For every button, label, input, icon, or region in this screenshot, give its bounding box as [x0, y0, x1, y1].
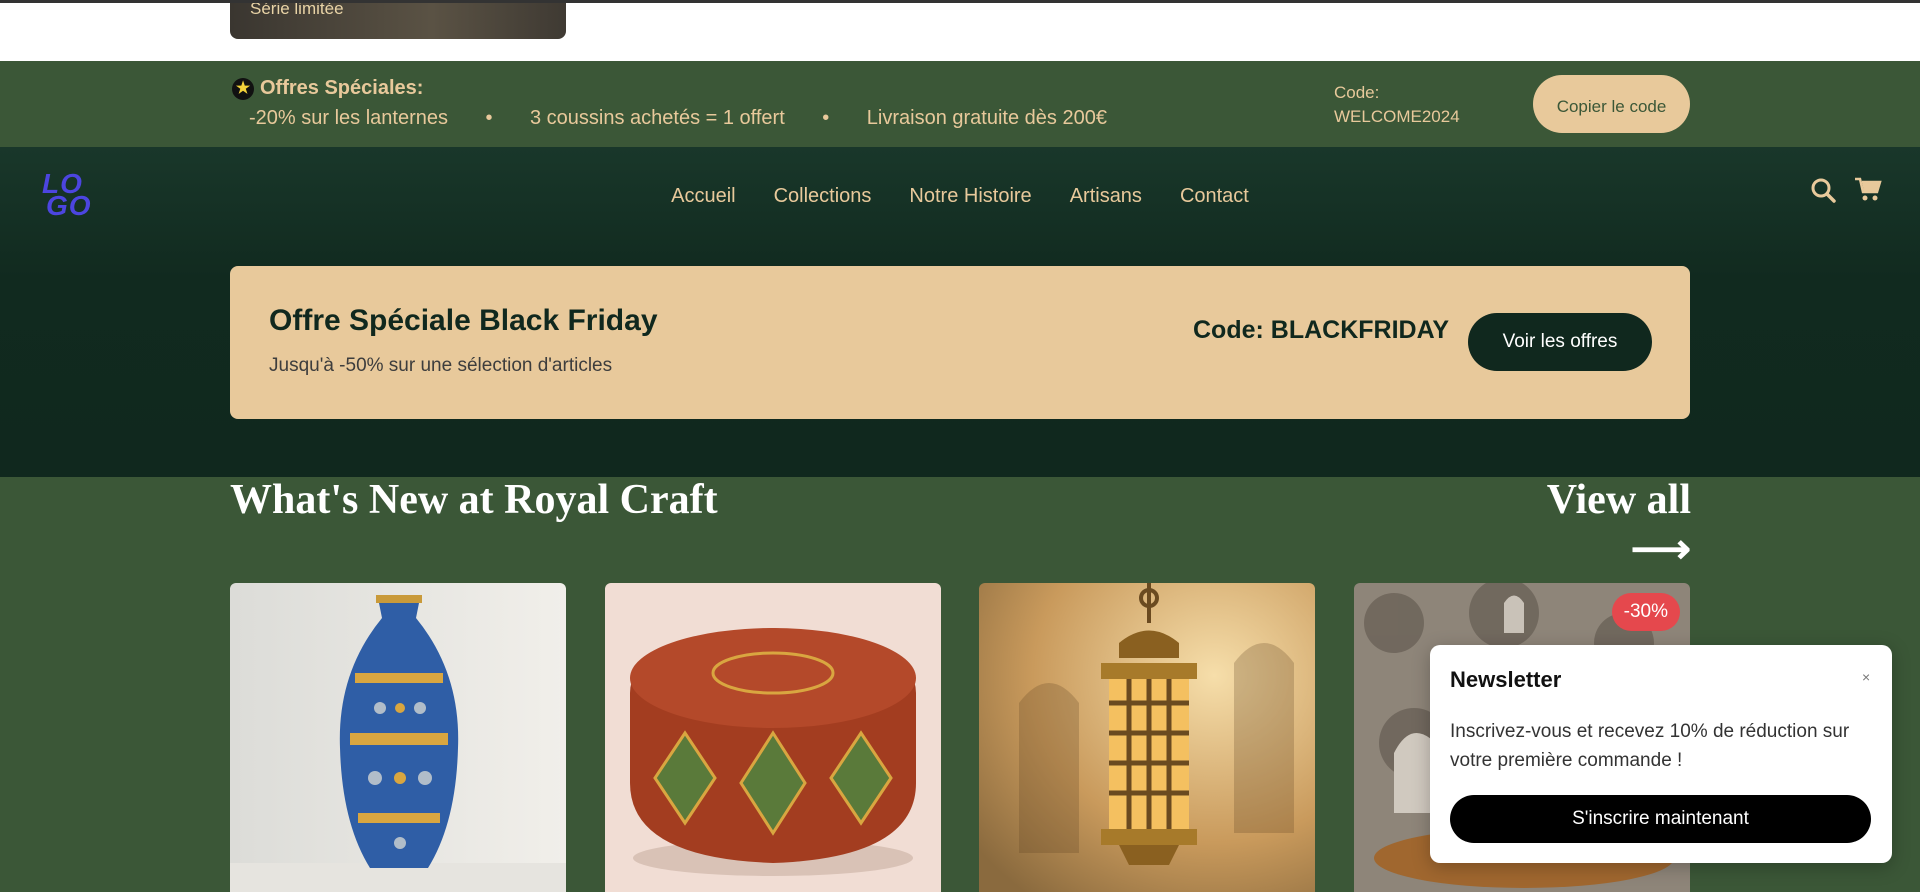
nav-contact[interactable]: Contact: [1180, 185, 1249, 208]
header-icons: [1810, 177, 1882, 208]
black-friday-banner: Offre Spéciale Black Friday Jusqu'à -50%…: [230, 266, 1690, 419]
product-card[interactable]: [605, 583, 941, 892]
promo-item: Livraison gratuite dès 200€: [866, 107, 1107, 129]
lantern-image: [979, 583, 1315, 892]
promo-bar: ★ Offres Spéciales: -20% sur les lantern…: [0, 61, 1920, 147]
close-icon[interactable]: ×: [1862, 669, 1870, 685]
cart-icon[interactable]: [1854, 177, 1882, 208]
promo-items: -20% sur les lanternes • 3 coussins ache…: [249, 107, 1107, 130]
nav-accueil[interactable]: Accueil: [671, 185, 735, 208]
nav-collections[interactable]: Collections: [774, 185, 872, 208]
newsletter-title: Newsletter: [1450, 667, 1562, 692]
copy-code-button[interactable]: Copier le code: [1533, 75, 1690, 133]
newsletter-text: Inscrivez-vous et recevez 10% de réducti…: [1450, 721, 1850, 771]
promo-item: -20% sur les lanternes: [249, 107, 448, 129]
discount-badge: -30%: [1611, 593, 1680, 631]
vase-image: [230, 583, 566, 892]
search-icon[interactable]: [1810, 177, 1836, 208]
banner-subtitle: Jusqu'à -50% sur une sélection d'article…: [269, 355, 613, 376]
main-nav: Accueil Collections Notre Histoire Artis…: [0, 185, 1920, 208]
banner-title: Offre Spéciale Black Friday: [269, 304, 658, 337]
product-card[interactable]: [230, 583, 566, 892]
promo-title: ★ Offres Spéciales:: [232, 77, 423, 100]
promo-item: 3 coussins achetés = 1 offert: [529, 107, 785, 129]
view-all-link[interactable]: View all ⟶: [1497, 476, 1691, 574]
site-header: LO GO Accueil Collections Notre Histoire…: [0, 147, 1920, 477]
pouf-image: [605, 583, 941, 892]
nav-artisans[interactable]: Artisans: [1070, 185, 1142, 208]
section-title: What's New at Royal Craft: [230, 477, 718, 523]
promo-separator: •: [485, 107, 493, 129]
newsletter-popup: Newsletter × Inscrivez-vous et recevez 1…: [1430, 645, 1892, 863]
banner-code: Code: BLACKFRIDAY: [1193, 316, 1450, 344]
subscribe-button[interactable]: S'inscrire maintenant: [1450, 795, 1871, 843]
promo-title-text: Offres Spéciales:: [260, 77, 424, 99]
product-card[interactable]: [979, 583, 1315, 892]
featured-caption: Série limitée: [250, 3, 344, 18]
star-icon: ★: [232, 77, 254, 100]
promo-code: Code: WELCOME2024: [1334, 83, 1460, 126]
view-offers-button[interactable]: Voir les offres: [1468, 313, 1652, 371]
promo-separator: •: [822, 107, 830, 129]
featured-product-card[interactable]: Série limitée: [230, 3, 566, 39]
nav-notre-histoire[interactable]: Notre Histoire: [909, 185, 1031, 208]
top-strip: Série limitée: [0, 0, 1920, 61]
